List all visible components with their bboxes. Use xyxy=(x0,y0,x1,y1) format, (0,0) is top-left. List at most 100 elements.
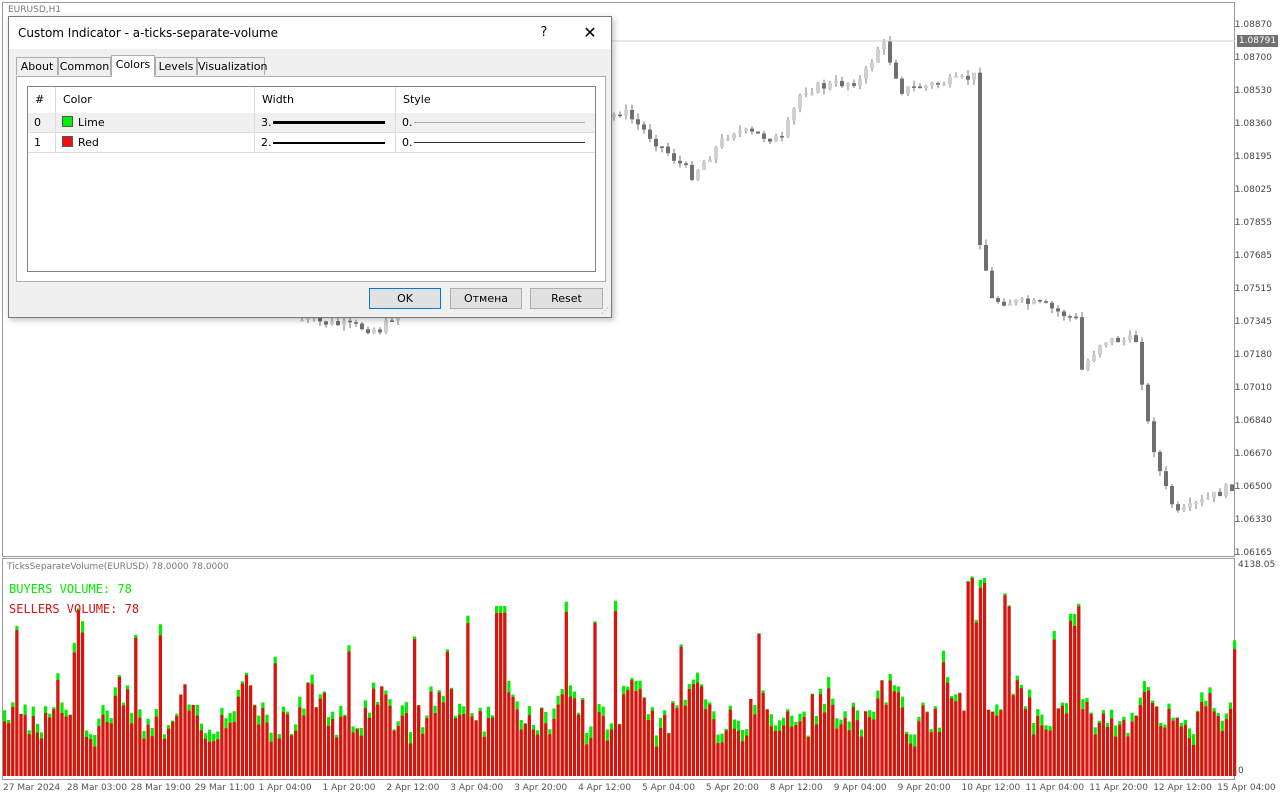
candle-body xyxy=(810,92,814,95)
sellers-volume-bar xyxy=(1146,690,1151,776)
sellers-volume-bar xyxy=(1151,703,1155,776)
sellers-volume-bar xyxy=(712,719,716,776)
price-tick-label: 1.06165 xyxy=(1234,548,1272,558)
candle-body xyxy=(1008,303,1012,306)
sellers-volume-bar xyxy=(441,702,445,776)
sellers-volume-bar xyxy=(445,651,449,776)
candle-body xyxy=(852,83,856,86)
resize-grip-icon[interactable]: ⋰ xyxy=(601,306,609,315)
sellers-volume-bar xyxy=(523,723,527,776)
candle-body xyxy=(1068,316,1072,318)
color-swatch[interactable] xyxy=(62,116,73,127)
candle-body xyxy=(1212,491,1216,498)
column-width[interactable]: Width xyxy=(255,87,396,113)
candle-body xyxy=(1218,491,1222,497)
sellers-volume-bar xyxy=(646,719,650,776)
sellers-volume-bar xyxy=(917,721,921,776)
table-row[interactable]: 1 Red 2. 0. xyxy=(28,133,595,153)
candle-body xyxy=(336,321,340,326)
sellers-volume-bar xyxy=(909,743,913,776)
sellers-volume-bar xyxy=(113,695,117,776)
tab-visualization[interactable]: Visualization xyxy=(197,57,267,75)
sellers-volume-bar xyxy=(183,684,187,776)
sellers-volume-bar xyxy=(687,689,691,776)
price-tick-label: 1.08025 xyxy=(1234,185,1272,195)
sellers-volume-bar xyxy=(618,724,622,776)
price-tick-label: 1.08700 xyxy=(1234,53,1272,63)
dialog-title: Custom Indicator - a-ticks-separate-volu… xyxy=(18,26,279,40)
tab-about[interactable]: About xyxy=(16,57,58,75)
color-name: Red xyxy=(78,136,99,149)
sellers-volume-bar xyxy=(199,730,203,776)
sellers-volume-bar xyxy=(318,698,322,776)
sellers-volume-bar xyxy=(1019,688,1023,776)
sellers-volume-bar xyxy=(48,717,52,776)
style-cell[interactable]: 0. xyxy=(396,113,595,132)
sellers-volume-bar xyxy=(765,709,769,776)
candle-body xyxy=(828,83,832,89)
reset-button[interactable]: Reset xyxy=(530,288,603,309)
candle-body xyxy=(870,62,874,69)
sellers-volume-bar xyxy=(208,741,212,776)
sellers-volume-bar xyxy=(335,737,339,776)
indicator-subwindow[interactable]: TicksSeparateVolume(EURUSD) 78.0000 78.0… xyxy=(0,558,1280,800)
sellers-volume-bar xyxy=(400,715,404,776)
sellers-volume-bar xyxy=(855,720,859,776)
help-button[interactable]: ? xyxy=(529,21,559,45)
column-style[interactable]: Style xyxy=(396,87,595,113)
sellers-volume-bar xyxy=(449,689,454,776)
sellers-volume-bar xyxy=(843,717,847,776)
sellers-volume-bar xyxy=(408,743,413,776)
candle-body xyxy=(1116,337,1120,343)
sellers-volume-bar xyxy=(11,706,15,776)
sellers-volume-bar xyxy=(384,694,388,776)
width-cell[interactable]: 2. xyxy=(255,133,396,152)
candle-body xyxy=(858,78,862,86)
price-tick-label: 1.08195 xyxy=(1234,152,1272,162)
sellers-volume-bar xyxy=(577,714,581,776)
sellers-volume-bar xyxy=(724,730,728,776)
candle-body xyxy=(618,114,622,117)
sellers-volume-bar xyxy=(593,622,597,776)
sellers-volume-bar xyxy=(946,682,950,776)
tab-colors[interactable]: Colors xyxy=(111,55,155,77)
color-cell[interactable]: Red xyxy=(56,133,255,152)
sellers-volume-bar xyxy=(1089,714,1093,776)
candle-body xyxy=(348,320,352,323)
close-button[interactable]: ✕ xyxy=(575,21,605,45)
sellers-volume-bar xyxy=(1187,738,1192,776)
sellers-volume-bar xyxy=(1204,706,1208,776)
column-index[interactable]: # xyxy=(28,87,56,113)
candle-body xyxy=(744,128,748,131)
sellers-volume-bar xyxy=(716,743,720,776)
sellers-volume-bar xyxy=(117,677,121,776)
sellers-volume-bar xyxy=(814,724,818,776)
tab-levels[interactable]: Levels xyxy=(155,57,197,75)
ok-button[interactable]: OK xyxy=(369,288,441,309)
sellers-volume-bar xyxy=(900,707,905,776)
dialog-titlebar[interactable]: Custom Indicator - a-ticks-separate-volu… xyxy=(9,17,611,49)
sellers-volume-bar xyxy=(638,688,642,776)
price-tick-label: 1.06500 xyxy=(1234,482,1272,492)
color-cell[interactable]: Lime xyxy=(56,113,255,132)
cancel-button[interactable]: Отмена xyxy=(450,288,522,309)
sellers-volume-bar xyxy=(962,710,966,776)
sellers-volume-bar xyxy=(470,716,474,776)
sellers-volume-bar xyxy=(1077,606,1081,776)
candle-body xyxy=(774,136,778,142)
time-tick-label: 11 Apr 04:00 xyxy=(1025,783,1085,793)
price-tick-label: 1.06670 xyxy=(1234,449,1272,459)
price-tick-label: 1.07685 xyxy=(1234,251,1272,261)
column-color[interactable]: Color xyxy=(56,87,255,113)
table-row[interactable]: 0 Lime 3. 0. xyxy=(28,113,595,133)
candle-body xyxy=(378,329,382,333)
style-cell[interactable]: 0. xyxy=(396,133,595,152)
color-swatch[interactable] xyxy=(62,136,73,147)
candle-body xyxy=(1002,301,1006,306)
tab-common[interactable]: Common xyxy=(58,57,111,75)
table-header: # Color Width Style xyxy=(28,87,595,114)
sellers-volume-bar xyxy=(671,703,675,776)
sellers-volume-bar xyxy=(634,691,638,776)
sellers-volume-bar xyxy=(1122,720,1126,776)
width-cell[interactable]: 3. xyxy=(255,113,396,132)
